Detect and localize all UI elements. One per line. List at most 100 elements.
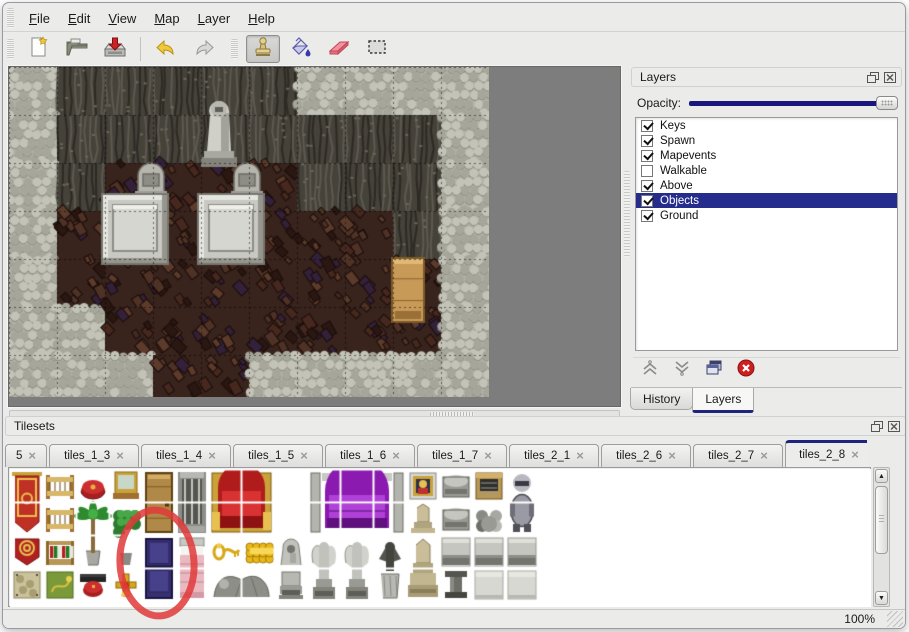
menu-layer[interactable]: Layer — [189, 8, 240, 29]
fill-icon — [288, 35, 314, 64]
save-tool-button[interactable] — [98, 35, 132, 63]
layers-dock-titlebar: Layers — [631, 67, 902, 87]
tileset-tab-tiles_1_4[interactable]: tiles_1_4 × — [141, 444, 231, 467]
layer-visibility-checkbox[interactable] — [641, 135, 653, 147]
tileset-tab-tiles_2_7[interactable]: tiles_2_7× — [693, 444, 783, 467]
layer-name-label: Mapevents — [660, 150, 716, 162]
layer-row-ground[interactable]: Ground — [636, 208, 897, 223]
tab-close-icon[interactable]: × — [116, 451, 124, 461]
layer-name-label: Walkable — [660, 165, 707, 177]
raise-layer-icon — [640, 359, 660, 382]
status-bar: 100% — [3, 609, 905, 628]
layer-row-above[interactable]: Above — [636, 178, 897, 193]
vertical-splitter-handle[interactable] — [624, 171, 630, 257]
delete-layer-icon — [736, 359, 756, 382]
tab-close-icon[interactable]: × — [576, 451, 584, 461]
undo-icon — [153, 35, 179, 64]
opacity-slider[interactable] — [689, 95, 898, 111]
tileset-tab-tiles_1_5[interactable]: tiles_1_5 × — [233, 444, 323, 467]
tileset-tab-tiles_2_8[interactable]: tiles_2_8 × — [785, 440, 867, 467]
menu-help[interactable]: Help — [239, 8, 284, 29]
tileset-tab-tiles_1_3[interactable]: tiles_1_3× — [49, 444, 139, 467]
menu-map[interactable]: Map — [145, 8, 188, 29]
layer-list[interactable]: Keys Spawn Mapevents WalkableAboveObjectsGr… — [635, 117, 898, 351]
opacity-slider-handle[interactable] — [876, 96, 898, 110]
tab-close-icon[interactable]: × — [208, 451, 216, 461]
scroll-down-icon[interactable]: ▼ — [875, 591, 888, 605]
layer-visibility-checkbox[interactable] — [641, 165, 653, 177]
lower-layer-button[interactable] — [669, 360, 695, 382]
layer-visibility-checkbox[interactable] — [641, 195, 653, 207]
tileset-tab-5[interactable]: 5× — [5, 444, 47, 467]
eraser-tool-button[interactable] — [322, 35, 356, 63]
float-panel-icon[interactable] — [870, 420, 884, 433]
layer-row-keys[interactable]: Keys — [636, 118, 897, 133]
layer-visibility-checkbox[interactable] — [641, 150, 653, 162]
tab-close-icon[interactable]: × — [668, 451, 676, 461]
tileset-content[interactable] — [8, 467, 871, 607]
layer-visibility-checkbox[interactable] — [641, 120, 653, 132]
tab-close-icon[interactable]: × — [484, 451, 492, 461]
delete-layer-button[interactable] — [733, 360, 759, 382]
layer-row-spawn[interactable]: Spawn — [636, 133, 897, 148]
layer-name-label: Spawn — [660, 135, 695, 147]
open-icon — [64, 35, 90, 64]
tab-close-icon[interactable]: × — [392, 451, 400, 461]
dock-tab-layers[interactable]: Layers — [692, 388, 754, 413]
layer-row-objects[interactable]: Objects — [636, 193, 897, 208]
lower-layer-icon — [672, 359, 692, 382]
tab-close-icon[interactable]: × — [760, 451, 768, 461]
layer-row-mapevents[interactable]: Mapevents — [636, 148, 897, 163]
layer-row-walkable[interactable]: Walkable — [636, 163, 897, 178]
menu-bar: FileEditViewMapLayerHelp — [3, 6, 905, 30]
map-canvas-view[interactable] — [8, 66, 621, 407]
tileset-tab-tiles_1_7[interactable]: tiles_1_7× — [417, 444, 507, 467]
tab-close-icon[interactable]: × — [28, 451, 36, 461]
toolbar-drag-handle[interactable] — [7, 39, 14, 59]
scroll-up-icon[interactable]: ▲ — [875, 469, 888, 483]
menubar-separator — [3, 31, 905, 32]
zoom-level-label: 100% — [844, 612, 875, 626]
tileset-tab-tiles_2_1[interactable]: tiles_2_1× — [509, 444, 599, 467]
tileset-tab-label: 5 — [16, 450, 22, 462]
tileset-tab-label: tiles_2_6 — [616, 450, 662, 462]
dock-tab-history[interactable]: History — [630, 388, 693, 410]
select-tool-button[interactable] — [360, 35, 394, 63]
map-canvas[interactable] — [9, 67, 489, 397]
tileset-tab-label: tiles_1_4 — [156, 450, 202, 462]
menu-file[interactable]: File — [20, 8, 59, 29]
tab-close-icon[interactable]: × — [851, 450, 859, 460]
layer-visibility-checkbox[interactable] — [641, 210, 653, 222]
save-icon — [102, 35, 128, 64]
undo-tool-button[interactable] — [149, 35, 183, 63]
tileset-tab-label: tiles_2_8 — [799, 449, 845, 461]
resize-grip[interactable] — [887, 611, 903, 627]
tileset-tab-tiles_2_6[interactable]: tiles_2_6 × — [601, 444, 691, 467]
stamp-tool-button[interactable] — [246, 35, 280, 63]
layer-visibility-checkbox[interactable] — [641, 180, 653, 192]
redo-tool-button[interactable] — [187, 35, 221, 63]
close-panel-icon[interactable] — [887, 420, 901, 433]
tileset-vscroll-thumb[interactable] — [875, 486, 888, 554]
tileset-tab-label: tiles_1_5 — [248, 450, 294, 462]
menu-edit[interactable]: Edit — [59, 8, 99, 29]
raise-layer-button[interactable] — [637, 360, 663, 382]
float-panel-icon[interactable] — [866, 71, 880, 84]
opacity-slider-track[interactable] — [689, 101, 898, 106]
app-window: FileEditViewMapLayerHelp Layers Opacity: — [2, 2, 906, 629]
tilesets-dock-titlebar: Tilesets — [5, 416, 906, 436]
tab-close-icon[interactable]: × — [300, 451, 308, 461]
open-tool-button[interactable] — [60, 35, 94, 63]
redo-icon — [191, 35, 217, 64]
menu-view[interactable]: View — [99, 8, 145, 29]
tileset-canvas[interactable] — [10, 469, 871, 607]
tileset-tab-tiles_1_6[interactable]: tiles_1_6× — [325, 444, 415, 467]
fill-tool-button[interactable] — [284, 35, 318, 63]
close-panel-icon[interactable] — [883, 71, 897, 84]
tileset-vertical-scrollbar[interactable]: ▲ ▼ — [873, 467, 890, 607]
duplicate-layer-button[interactable] — [701, 360, 727, 382]
menubar-drag-handle[interactable] — [7, 8, 14, 28]
new-tool-button[interactable] — [22, 35, 56, 63]
layers-dock-title: Layers — [640, 70, 863, 84]
toolbar-drag-handle[interactable] — [231, 39, 238, 59]
